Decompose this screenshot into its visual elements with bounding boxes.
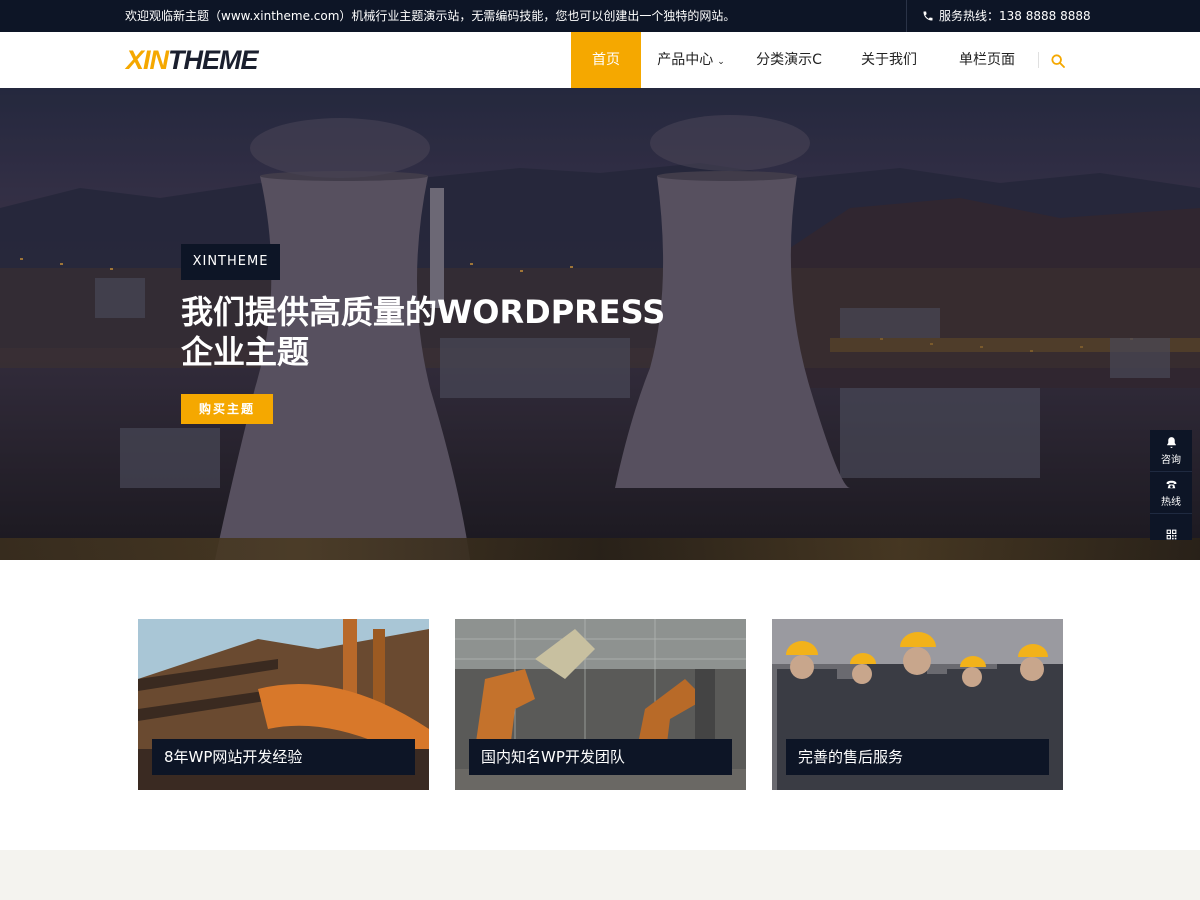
nav-label: 分类演示C xyxy=(756,52,822,68)
hero-tag: XINTHEME xyxy=(181,244,280,280)
nav-item-products[interactable]: 产品中心 ⌄ xyxy=(641,32,741,88)
nav-label: 首页 xyxy=(592,52,620,68)
nav-separator xyxy=(1038,52,1039,68)
nav-label: 产品中心 xyxy=(657,52,714,68)
phone-icon xyxy=(1166,480,1176,488)
sidebar-item-qrcode[interactable] xyxy=(1150,514,1192,556)
nav-label: 单栏页面 xyxy=(959,52,1015,68)
hotline-text: 服务热线：138 8888 8888 xyxy=(939,9,1091,23)
chevron-down-icon: ⌄ xyxy=(717,57,725,67)
feature-card-caption: 8年WP网站开发经验 xyxy=(152,739,415,775)
hotline[interactable]: 服务热线：138 8888 8888 xyxy=(922,0,1091,32)
feature-card-caption: 国内知名WP开发团队 xyxy=(469,739,732,775)
floating-sidebar: 咨询 热线 xyxy=(1150,430,1192,540)
phone-icon xyxy=(923,11,933,21)
logo-part1: XIN xyxy=(126,44,169,75)
welcome-text: 欢迎观临新主题（www.xintheme.com）机械行业主题演示站，无需编码技… xyxy=(125,9,736,23)
buy-theme-button[interactable]: 购买主题 xyxy=(181,394,273,424)
logo-part2: THEME xyxy=(168,44,258,75)
features-section: 8年WP网站开发经验 国内知名WP开发团队 完善的售后服务 xyxy=(0,560,1200,850)
topbar-divider xyxy=(906,0,907,32)
nav-item-category-c[interactable]: 分类演示C xyxy=(741,32,837,88)
hero-title-line1: 我们提供高质量的WORDPRESS xyxy=(181,293,666,331)
hero-bottom-strip xyxy=(0,538,1200,560)
bell-icon xyxy=(1166,436,1176,448)
sidebar-item-hotline[interactable]: 热线 xyxy=(1150,472,1192,514)
feature-card[interactable]: 国内知名WP开发团队 xyxy=(455,619,746,790)
next-section-band xyxy=(0,850,1200,900)
nav-item-single-page[interactable]: 单栏页面 xyxy=(941,32,1033,88)
feature-card-caption: 完善的售后服务 xyxy=(786,739,1049,775)
sidebar-item-label: 热线 xyxy=(1161,496,1181,508)
qrcode-icon xyxy=(1166,529,1176,539)
nav-item-about[interactable]: 关于我们 xyxy=(837,32,941,88)
nav-label: 关于我们 xyxy=(861,52,917,68)
top-bar: 欢迎观临新主题（www.xintheme.com）机械行业主题演示站，无需编码技… xyxy=(0,0,1200,32)
hero-title: 我们提供高质量的WORDPRESS 企业主题 xyxy=(181,292,681,372)
sidebar-item-label: 咨询 xyxy=(1161,454,1181,466)
hero-title-line2: 企业主题 xyxy=(181,333,310,371)
site-header: XIN THEME 首页 产品中心 ⌄ 分类演示C 关于我们 单栏页面 xyxy=(0,32,1200,88)
nav-item-home[interactable]: 首页 xyxy=(571,32,641,88)
sidebar-item-consult[interactable]: 咨询 xyxy=(1150,430,1192,472)
hero-banner: XINTHEME 我们提供高质量的WORDPRESS 企业主题 购买主题 xyxy=(0,88,1200,560)
search-icon[interactable] xyxy=(1050,53,1066,69)
feature-card[interactable]: 完善的售后服务 xyxy=(772,619,1063,790)
feature-card[interactable]: 8年WP网站开发经验 xyxy=(138,619,429,790)
site-logo[interactable]: XIN THEME xyxy=(126,44,259,75)
main-nav: 首页 产品中心 ⌄ 分类演示C 关于我们 单栏页面 xyxy=(571,32,1033,88)
